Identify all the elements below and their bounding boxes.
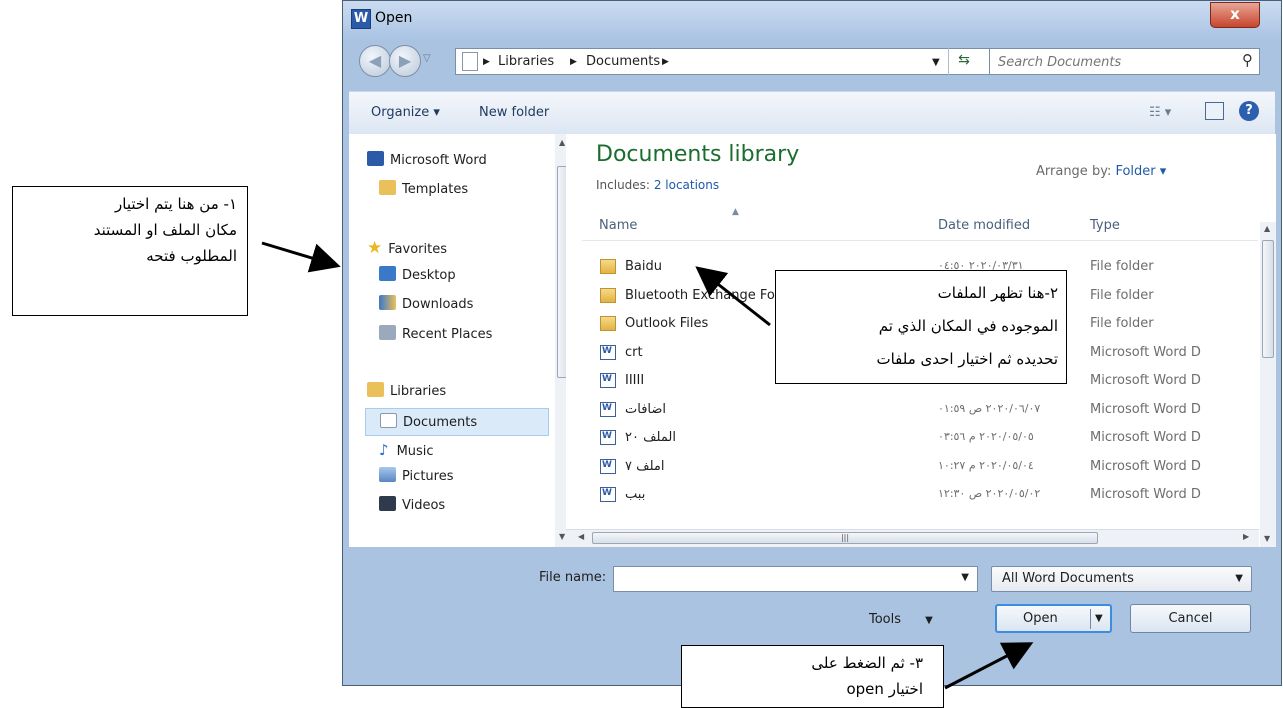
arrow-to-navigation-pane [261,241,341,273]
annotation-arrows [261,241,1034,690]
arrow-to-file-list [695,266,771,327]
arrow-to-open-button [944,642,1034,690]
